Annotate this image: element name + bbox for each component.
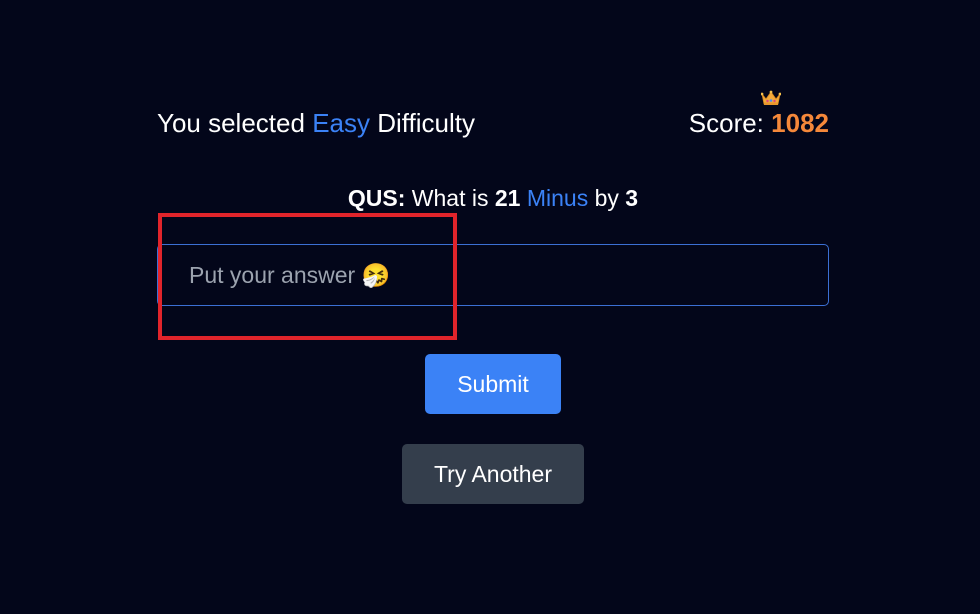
difficulty-level: Easy (312, 108, 370, 138)
difficulty-text: You selected Easy Difficulty (157, 106, 475, 140)
question-operand-a: 21 (494, 185, 521, 211)
question-text: QUS: What is 21 Minus by 3 (0, 183, 980, 213)
crown-icon (760, 90, 781, 105)
game-screen: You selected Easy Difficulty Score: 1082… (0, 0, 980, 614)
question-by: by (594, 185, 619, 211)
difficulty-suffix: Difficulty (377, 108, 476, 138)
question-operand-b: 3 (625, 185, 639, 211)
answer-input[interactable] (157, 244, 829, 306)
score-display: Score: 1082 (688, 90, 829, 140)
question-operation: Minus (526, 185, 589, 211)
score-label: Score: (688, 108, 764, 138)
question-label: QUS: (347, 185, 406, 211)
question-prefix: What is (411, 185, 489, 211)
difficulty-prefix: You selected (157, 108, 305, 138)
score-value: 1082 (771, 108, 829, 138)
try-another-button[interactable]: Try Another (402, 444, 584, 504)
submit-button[interactable]: Submit (425, 354, 561, 414)
